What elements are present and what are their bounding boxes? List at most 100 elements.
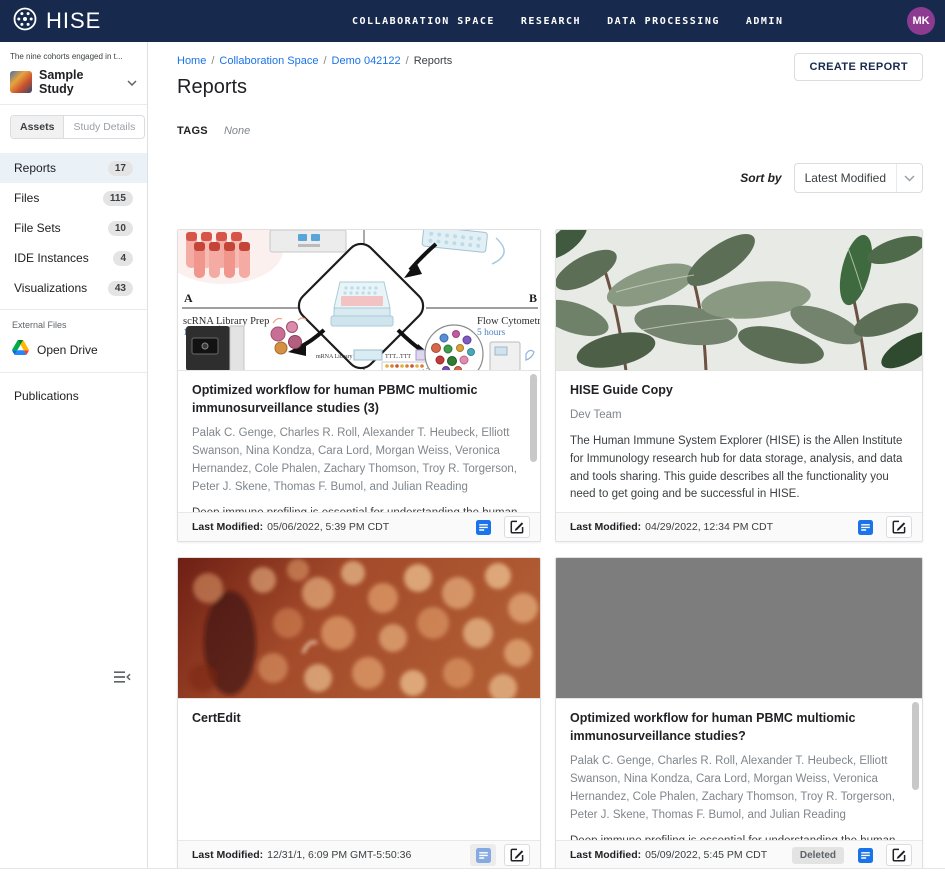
sidebar-item-reports[interactable]: Reports 17 [0,153,147,183]
last-modified-label: Last Modified: [192,521,263,533]
edit-icon [510,848,524,862]
report-icon [858,520,873,535]
report-card-hise-guide[interactable]: HISE Guide Copy Dev Team The Human Immun… [555,229,923,542]
sidebar-item-label: Visualizations [14,281,87,295]
hise-logo-icon [12,6,38,37]
study-selector[interactable]: Sample Study [10,66,137,104]
report-title: HISE Guide Copy [570,381,904,399]
sidebar-tab-group: Assets Study Details [10,115,145,139]
breadcrumb-current: Reports [414,55,453,67]
last-modified-label: Last Modified: [570,521,641,533]
svg-text:scRNA Library Prep: scRNA Library Prep [183,316,269,327]
nav-admin[interactable]: ADMIN [746,16,784,27]
report-card-footer: Last Modified: 04/29/2022, 12:34 PM CDT [556,512,922,541]
primary-nav: COLLABORATION SPACE RESEARCH DATA PROCES… [352,16,783,27]
report-authors: Palak C. Genge, Charles R. Roll, Alexand… [192,425,522,496]
study-thumbnail [10,71,32,93]
menu-fold-icon[interactable] [112,670,131,689]
nav-research[interactable]: RESEARCH [521,16,581,27]
report-card-footer: Last Modified: 12/31/1, 6:09 PM GMT-5:50… [178,840,540,868]
report-card-body: Optimized workflow for human PBMC multio… [556,699,922,842]
open-drive-link[interactable]: Open Drive [0,336,147,372]
svg-text:B: B [529,291,537,305]
last-modified-label: Last Modified: [192,849,263,861]
sort-by-label: Sort by [740,171,781,185]
svg-text:mRNA Library: mRNA Library [316,354,353,360]
report-card-footer: Last Modified: 05/06/2022, 5:39 PM CDT [178,512,540,541]
edit-report-button[interactable] [504,844,530,866]
edit-report-button[interactable] [886,516,912,538]
count-badge: 17 [108,161,133,176]
chevron-down-icon [127,73,137,91]
sidebar-item-file-sets[interactable]: File Sets 10 [0,213,147,243]
report-card-body: HISE Guide Copy Dev Team The Human Immun… [556,371,922,514]
nav-data-processing[interactable]: DATA PROCESSING [607,16,720,27]
external-files-label: External Files [0,310,147,336]
sidebar-item-label: Reports [14,161,56,175]
open-report-button[interactable] [470,844,496,866]
report-title: Optimized workflow for human PBMC multio… [192,381,522,417]
sidebar-item-visualizations[interactable]: Visualizations 43 [0,273,147,303]
open-report-button[interactable] [852,844,878,866]
last-modified-label: Last Modified: [570,849,641,861]
report-title: CertEdit [192,709,522,727]
edit-report-button[interactable] [886,844,912,866]
tab-assets[interactable]: Assets [11,116,64,138]
report-thumbnail-gray [556,558,922,699]
report-card-optimized-workflow-q[interactable]: Optimized workflow for human PBMC multio… [555,557,923,868]
scrollbar-thumb[interactable] [530,374,537,462]
tab-study-details[interactable]: Study Details [64,116,144,138]
deleted-badge: Deleted [792,847,844,864]
edit-icon [892,520,906,534]
edit-icon [510,520,524,534]
sidebar-item-publications[interactable]: Publications [0,373,147,419]
reports-grid: A B scRNA Library Prep 16 hours Flow Cyt… [177,229,923,868]
report-card-optimized-workflow-3[interactable]: A B scRNA Library Prep 16 hours Flow Cyt… [177,229,541,542]
open-drive-label: Open Drive [37,343,98,357]
breadcrumb-collaboration-space[interactable]: Collaboration Space [219,55,318,67]
report-card-certedit[interactable]: CertEdit Last Modified: 12/31/1, 6:09 PM… [177,557,541,868]
report-thumbnail-plant-photo [556,230,922,371]
open-report-button[interactable] [470,516,496,538]
report-card-footer: Last Modified: 05/09/2022, 5:45 PM CDT D… [556,840,922,868]
create-report-button[interactable]: CREATE REPORT [794,53,923,81]
count-badge: 10 [108,221,133,236]
sidebar-item-files[interactable]: Files 115 [0,183,147,213]
sort-dropdown[interactable]: Latest Modified [794,163,923,193]
breadcrumb-separator: / [211,55,214,67]
last-modified-value: 05/09/2022, 5:45 PM CDT [645,849,767,861]
report-icon [476,520,491,535]
svg-text:5 hours: 5 hours [477,328,506,338]
report-authors: Palak C. Genge, Charles R. Roll, Alexand… [570,753,904,824]
chevron-down-icon [896,164,922,192]
report-card-body: CertEdit [178,699,540,842]
page-bottom-strip [0,868,945,880]
tags-value: None [224,125,250,137]
count-badge: 115 [103,191,133,206]
open-report-button[interactable] [852,516,878,538]
study-description: The nine cohorts engaged in t... [10,52,137,61]
sidebar-item-ide-instances[interactable]: IDE Instances 4 [0,243,147,273]
brand-title: HISE [46,8,101,34]
report-thumbnail-workflow-diagram: A B scRNA Library Prep 16 hours Flow Cyt… [178,230,540,371]
svg-text:Flow Cytometry: Flow Cytometry [477,316,540,327]
breadcrumb-separator: / [406,55,409,67]
nav-collaboration-space[interactable]: COLLABORATION SPACE [352,16,495,27]
edit-icon [892,848,906,862]
report-authors: Dev Team [570,407,904,425]
report-card-body: Optimized workflow for human PBMC multio… [178,371,540,514]
sidebar-item-label: IDE Instances [14,251,89,265]
count-badge: 4 [113,251,133,266]
scrollbar-thumb[interactable] [912,702,919,790]
hise-brand[interactable]: HISE [12,6,101,37]
report-title: Optimized workflow for human PBMC multio… [570,709,904,745]
report-icon [476,848,491,863]
report-description: The Human Immune System Explorer (HISE) … [570,433,904,504]
google-drive-icon [12,340,29,360]
user-avatar[interactable]: MK [907,7,935,35]
edit-report-button[interactable] [504,516,530,538]
report-icon [858,848,873,863]
breadcrumb-home[interactable]: Home [177,55,206,67]
breadcrumb-demo[interactable]: Demo 042122 [332,55,401,67]
study-name: Sample Study [39,68,120,96]
